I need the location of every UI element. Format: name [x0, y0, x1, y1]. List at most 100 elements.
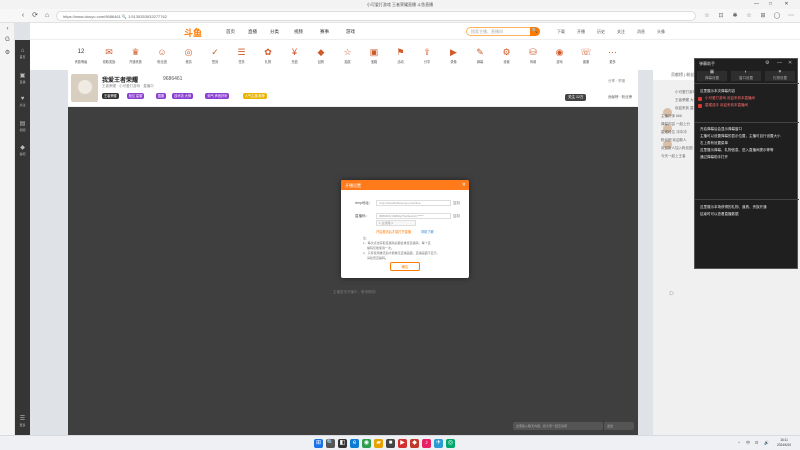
topnav-live[interactable]: 直播: [248, 29, 257, 35]
taskbar-app-icon[interactable]: 🔍: [326, 439, 335, 448]
copy-key-button[interactable]: 复制: [453, 214, 460, 219]
level-widget[interactable]: 12 贵族等级: [70, 47, 92, 64]
close-window-button[interactable]: ✕: [782, 1, 791, 8]
confirm-button[interactable]: 确定: [390, 262, 420, 271]
feature-14[interactable]: ▶ 录像: [443, 47, 465, 64]
feature-13[interactable]: ⇪ 分享: [416, 47, 438, 64]
topnav-avatar[interactable]: 头像: [657, 29, 665, 35]
feature-15[interactable]: ✎ 弹幕: [469, 47, 491, 64]
taskbar-app-icon[interactable]: ✈: [434, 439, 443, 448]
feature-17[interactable]: ⛁ 商城: [522, 47, 544, 64]
line-select[interactable]: 1.主线路 ▾: [376, 220, 416, 226]
tray-expand-icon[interactable]: ^: [738, 440, 740, 445]
topnav-home[interactable]: 首页: [226, 29, 235, 35]
room-tag[interactable]: 帅气 声音好听: [205, 93, 230, 99]
leftnav-item-more[interactable]: ☰ 更多: [15, 415, 30, 427]
stream-key-field[interactable]: 9686461rOEBxtp?wsSecret=*****: [376, 213, 451, 219]
network-icon[interactable]: ⊡: [755, 440, 758, 445]
sidebar-collapse-icon[interactable]: ‹: [2, 26, 13, 32]
star-icon[interactable]: ☆: [702, 11, 712, 21]
minimize-button[interactable]: —: [752, 1, 761, 8]
feature-3[interactable]: ☺ 粉丝团: [151, 47, 173, 64]
taskbar-app-icon[interactable]: e: [350, 439, 359, 448]
danmu-input[interactable]: 这里输入聊天内容，和大家一起互动吧: [513, 422, 603, 430]
feature-7[interactable]: ✿ 礼物: [257, 47, 279, 64]
tab-window-settings[interactable]: ◐ 窗口设置: [731, 69, 761, 81]
feature-16[interactable]: ⚙ 设置: [496, 47, 518, 64]
collections-icon[interactable]: ⊞: [758, 11, 768, 21]
site-logo[interactable]: 斗鱼: [184, 26, 202, 39]
server-field[interactable]: rtmp://sendtc3a.douyu.com/live: [376, 200, 451, 206]
taskbar-app-icon[interactable]: ♪: [422, 439, 431, 448]
topnav-event[interactable]: 赛事: [320, 29, 329, 35]
feature-1[interactable]: ✉ 领取奖励: [98, 47, 120, 64]
streamer-avatar[interactable]: [71, 74, 98, 102]
danmu-send-button[interactable]: 发送: [604, 422, 634, 430]
share-report-link[interactable]: 分享 · 举报: [608, 79, 625, 84]
sidebar-app-icon[interactable]: G: [2, 37, 13, 43]
topnav-category[interactable]: 分类: [270, 29, 279, 35]
close-icon[interactable]: ✕: [462, 182, 466, 188]
feature-10[interactable]: ☆ 抽奖: [337, 47, 359, 64]
sidebar-settings-icon[interactable]: ⚙: [2, 49, 13, 56]
leftnav-item-video[interactable]: ▤ 视频: [15, 120, 30, 132]
profile-icon[interactable]: ◯: [772, 11, 782, 21]
feature-5[interactable]: ✓ 签到: [204, 47, 226, 64]
feature-11[interactable]: ▣ 宝箱: [363, 47, 385, 64]
leftnav-item-follow[interactable]: ♥ 关注: [15, 96, 30, 107]
home-icon[interactable]: ⌂: [42, 11, 52, 21]
room-tag[interactable]: 王者荣耀: [102, 93, 119, 99]
search-input[interactable]: 搜索主播、直播间: [466, 27, 536, 36]
ime-indicator[interactable]: 中: [746, 440, 750, 446]
copy-server-button[interactable]: 复制: [453, 201, 460, 206]
search-button[interactable]: 🔍: [530, 27, 540, 36]
room-tag[interactable]: 技术流 大神: [172, 93, 194, 99]
feature-20[interactable]: ⋯ 更多: [602, 47, 624, 64]
taskbar-app-icon[interactable]: ◆: [410, 439, 419, 448]
topnav-messages[interactable]: 消息: [637, 29, 645, 35]
close-icon[interactable]: ✕: [788, 60, 792, 66]
favorites-icon[interactable]: ☆: [744, 11, 754, 21]
settings-icon[interactable]: ⚙: [765, 60, 769, 66]
feature-18[interactable]: ◉ 游戏: [549, 47, 571, 64]
room-tag[interactable]: 国服: [155, 93, 167, 99]
minimize-icon[interactable]: —: [777, 60, 782, 66]
feature-19[interactable]: ☏ 客服: [575, 47, 597, 64]
reader-icon[interactable]: ⊡: [716, 11, 726, 21]
topnav-video[interactable]: 视频: [294, 29, 303, 35]
address-bar[interactable]: https://www.douyu.com/9686461 🔍 1:513535…: [56, 11, 696, 21]
taskbar-app-icon[interactable]: ◧: [338, 439, 347, 448]
leftnav-item-fishbar[interactable]: ◆ 鱼吧: [15, 144, 30, 156]
topnav-download[interactable]: 下载: [557, 29, 565, 35]
topnav-follow[interactable]: 关注: [617, 29, 625, 35]
leftnav-item-home[interactable]: ⌂ 首页: [15, 48, 30, 59]
reload-icon[interactable]: ⟳: [30, 11, 40, 21]
taskbar-app-icon[interactable]: ■: [386, 439, 395, 448]
maximize-button[interactable]: □: [766, 1, 775, 8]
room-tag[interactable]: 人气主播 推荐: [242, 93, 267, 99]
tab-gift-settings[interactable]: ♥ 礼物设置: [765, 69, 795, 81]
taskbar-app-icon[interactable]: ▶: [398, 439, 407, 448]
topnav-game[interactable]: 游戏: [346, 29, 355, 35]
feature-2[interactable]: ♛ 开通贵族: [125, 47, 147, 64]
taskbar-app-icon[interactable]: ⊞: [314, 439, 323, 448]
room-tag[interactable]: 段位 星耀: [126, 93, 145, 99]
feature-8[interactable]: ¥ 充值: [284, 47, 306, 64]
feature-4[interactable]: ◎ 竞猜: [178, 47, 200, 64]
taskbar-app-icon[interactable]: ▰: [374, 439, 383, 448]
leftnav-item-live[interactable]: ▣ 直播: [15, 72, 30, 84]
topnav-history[interactable]: 历史: [597, 29, 605, 35]
back-icon[interactable]: ‹: [18, 11, 28, 21]
menu-icon[interactable]: ⋯: [786, 11, 796, 21]
taskbar-app-icon[interactable]: ◉: [362, 439, 371, 448]
rank-tabs[interactable]: 贡献榜 · 粉丝榜: [608, 95, 632, 100]
volume-icon[interactable]: 🔊: [764, 440, 769, 445]
feature-9[interactable]: ◆ 钻粉: [310, 47, 332, 64]
follow-button[interactable]: 关注 12万: [565, 94, 587, 101]
topnav-broadcast[interactable]: 开播: [577, 29, 585, 35]
extensions-icon[interactable]: ✱: [730, 11, 740, 21]
feature-6[interactable]: ☰ 任务: [231, 47, 253, 64]
tab-danmu-settings[interactable]: ▣ 弹幕设置: [697, 69, 727, 81]
feature-12[interactable]: ⚑ 活动: [390, 47, 412, 64]
system-clock[interactable]: 16:11 2024/6/10: [777, 438, 791, 448]
